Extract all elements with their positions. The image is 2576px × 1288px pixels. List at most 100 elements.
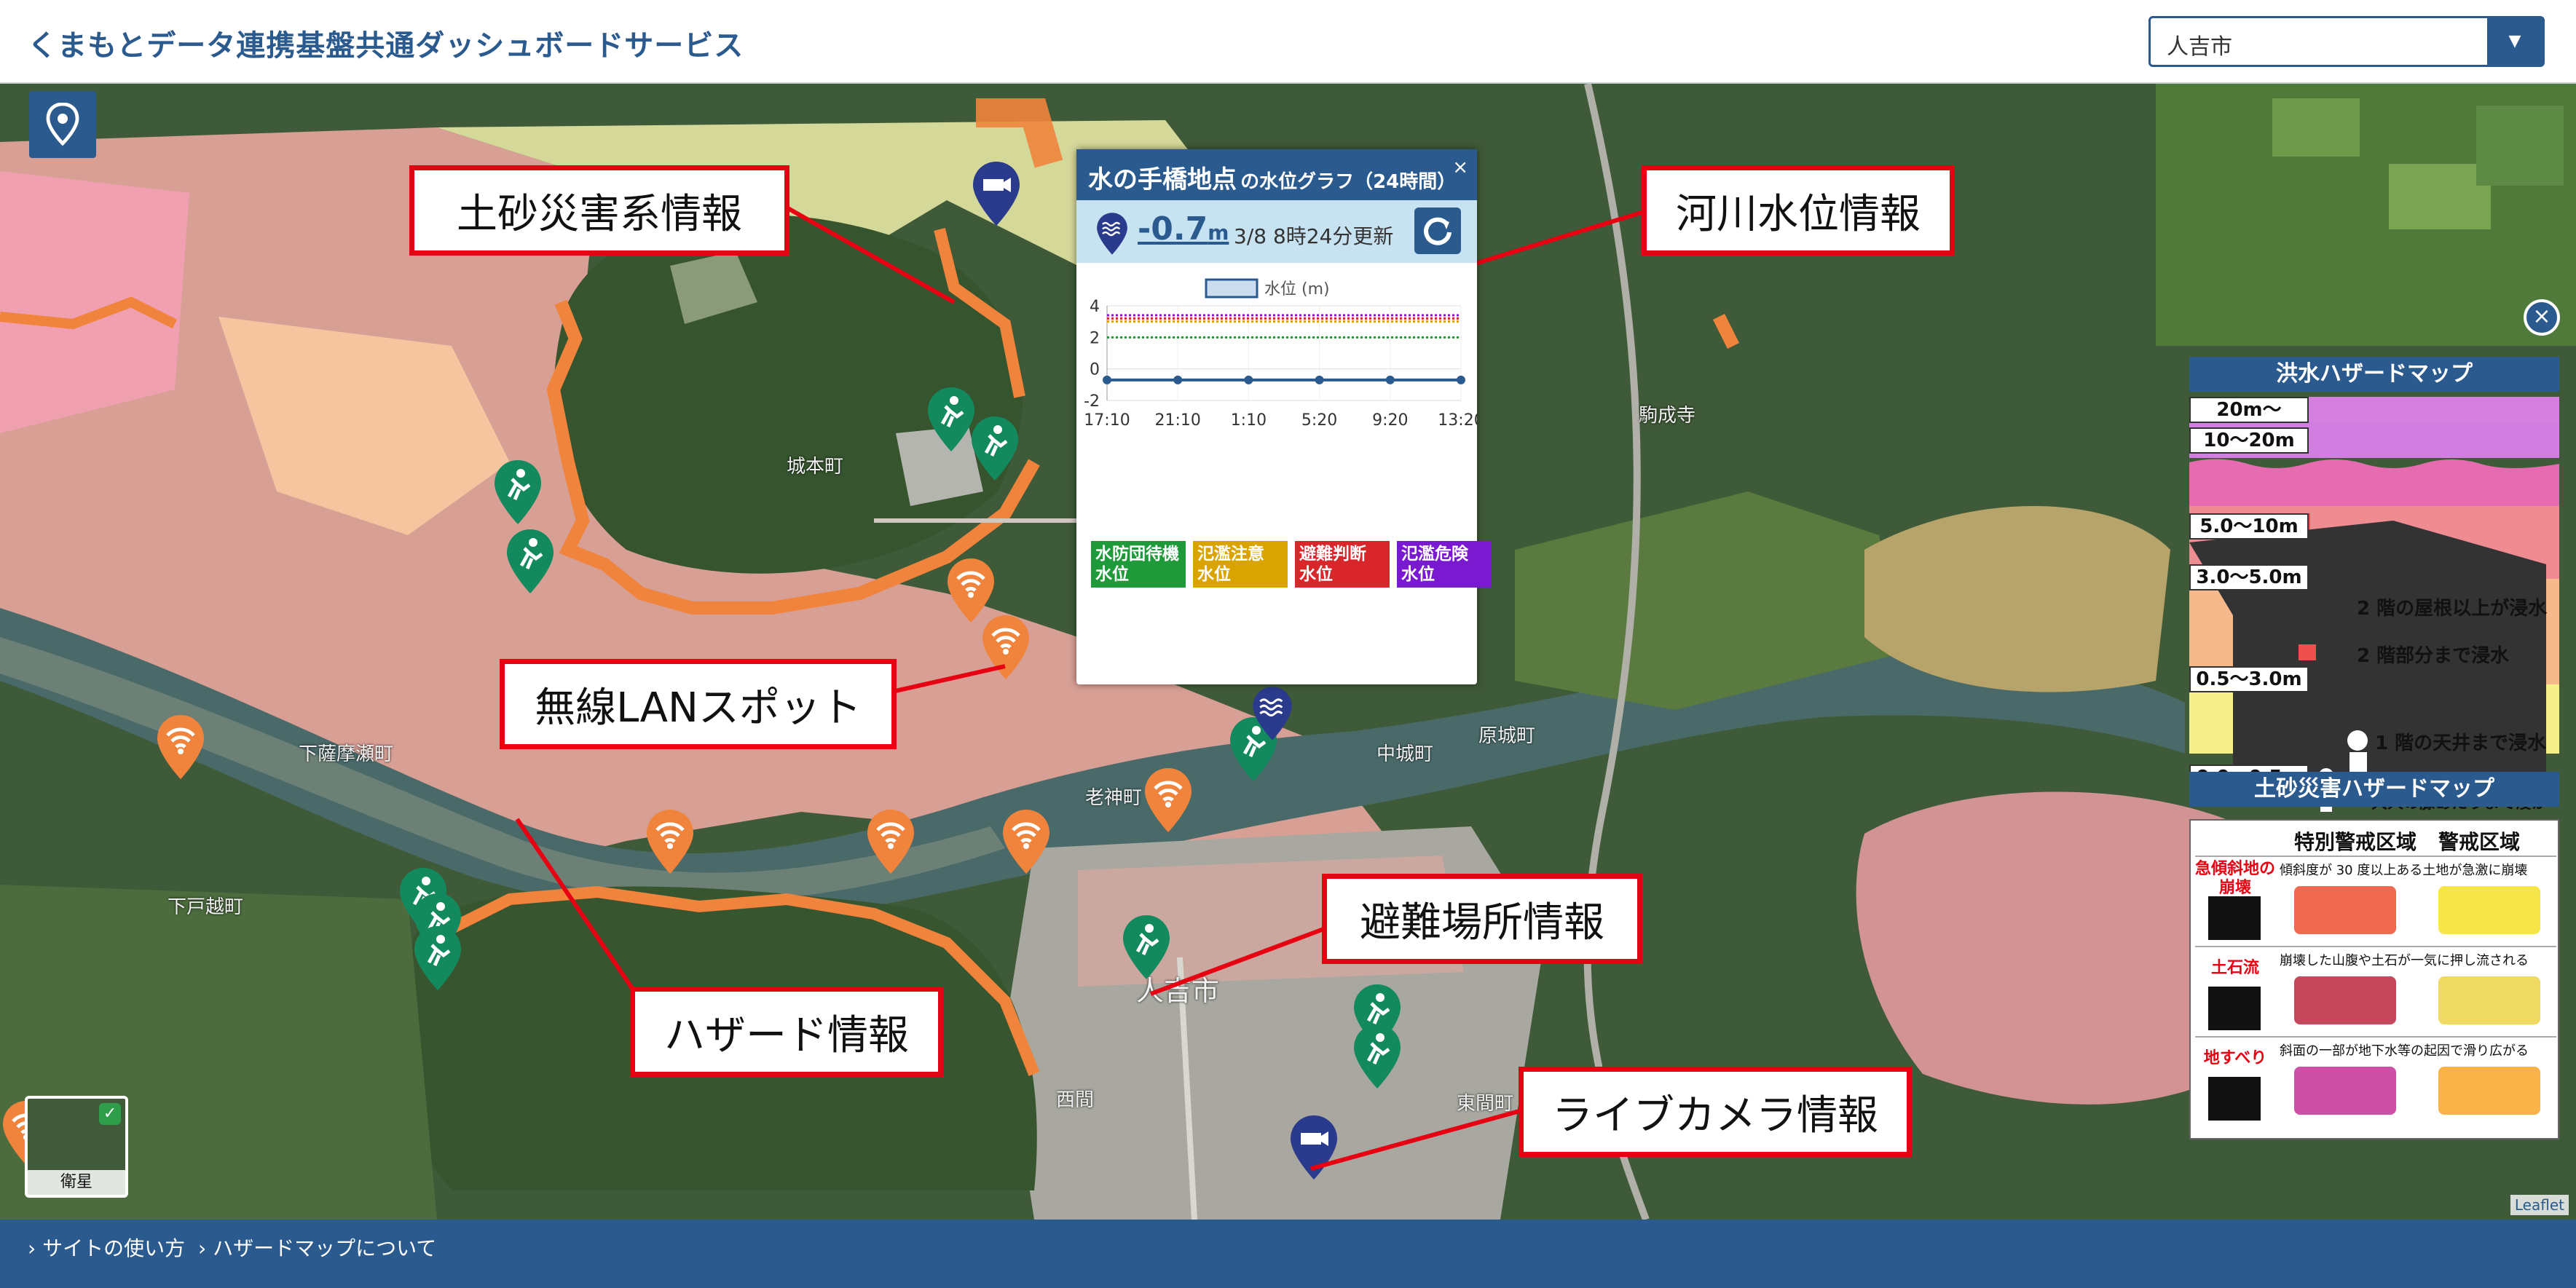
running-person-icon bbox=[972, 416, 1018, 481]
x-tick-label: 1:10 bbox=[1231, 411, 1267, 430]
map-label: 中城町 bbox=[1376, 743, 1434, 765]
wifi-spot-pin[interactable] bbox=[1000, 808, 1052, 875]
footer: › サイトの使い方 › ハザードマップについて bbox=[0, 1220, 2576, 1288]
special-zone-swatch bbox=[2294, 886, 2396, 934]
shelter-pin[interactable] bbox=[504, 528, 556, 595]
map-pin-icon bbox=[46, 103, 79, 146]
wifi-spot-pin[interactable] bbox=[864, 808, 917, 875]
refresh-button[interactable] bbox=[1414, 208, 1461, 254]
app-title: くまもとデータ連携基盤共通ダッシュボードサービス bbox=[28, 29, 744, 63]
landslide-row: 地すべり 斜面の一部が地下水等の起因で滑り広がる bbox=[2195, 1036, 2556, 1123]
callout-wifi-spot: 無線LANスポット bbox=[500, 659, 897, 749]
popup-subtitle: の水位グラフ（24時間） bbox=[1240, 171, 1457, 193]
map-label: 下薩摩瀬町 bbox=[299, 743, 394, 765]
water-level-point bbox=[1173, 375, 1183, 384]
flood-note: 2 階の屋根以上が浸水 bbox=[2357, 598, 2548, 620]
debris-flow-icon bbox=[2208, 987, 2261, 1030]
flood-depth-label: 20m〜 bbox=[2189, 397, 2309, 423]
city-select-value: 人吉市 bbox=[2167, 34, 2232, 60]
chart-legend-label: 水位 (m) bbox=[1264, 280, 1330, 299]
landslide-icon bbox=[2208, 1077, 2261, 1121]
wifi-icon bbox=[982, 615, 1029, 679]
footer-link-usage[interactable]: › サイトの使い方 bbox=[28, 1233, 185, 1262]
wifi-icon bbox=[1003, 810, 1049, 874]
wave-icon bbox=[1097, 213, 1127, 255]
popup-header: 水の手橋地点 の水位グラフ（24時間） bbox=[1076, 149, 1477, 200]
chart-legend-swatch bbox=[1205, 278, 1259, 299]
callout-shelter-info: 避難場所情報 bbox=[1322, 874, 1642, 964]
map-label: 駒成寺 bbox=[1639, 405, 1696, 427]
column-warning: 警戒区域 bbox=[2438, 830, 2521, 854]
city-select[interactable]: 人吉市 ▼ bbox=[2148, 16, 2545, 67]
wifi-spot-pin[interactable] bbox=[980, 614, 1032, 681]
x-tick-label: 5:20 bbox=[1301, 411, 1337, 430]
landslide-hazard-legend: 特別警戒区域 警戒区域 急傾斜地の崩壊 傾斜度が 30 度以上ある土地が急激に崩… bbox=[2189, 819, 2559, 1139]
steep-slope-icon bbox=[2208, 896, 2261, 940]
shelter-pin[interactable] bbox=[411, 925, 464, 992]
map-label: 東間町 bbox=[1457, 1093, 1514, 1115]
water-level-pin[interactable] bbox=[1250, 684, 1294, 743]
map-view[interactable]: 城本町 下薩摩瀬町 中城町 原城町 人吉市 駒成寺 下戸越町 西間 東間町 老神… bbox=[0, 84, 2576, 1220]
warning-zone-swatch bbox=[2438, 976, 2540, 1024]
popup-close-button[interactable]: × bbox=[1452, 157, 1468, 178]
popup-level-bar: -0.7m 3/8 8時24分更新 bbox=[1076, 200, 1477, 263]
y-tick-label: 4 bbox=[1090, 298, 1100, 316]
callout-hazard-info: ハザード情報 bbox=[630, 987, 943, 1077]
threshold-legend: 水防団待機 水位 氾濫注意 水位 避難判断 水位 氾濫危険 水位 bbox=[1091, 541, 1492, 588]
x-tick-label: 9:20 bbox=[1372, 411, 1408, 430]
special-zone-swatch bbox=[2294, 976, 2396, 1024]
water-level-point bbox=[1385, 375, 1395, 384]
special-zone-swatch bbox=[2294, 1067, 2396, 1115]
threshold-caution: 氾濫注意 水位 bbox=[1193, 541, 1288, 588]
callout-river-level-info: 河川水位情報 bbox=[1642, 165, 1955, 256]
app-header: くまもとデータ連携基盤共通ダッシュボードサービス 人吉市 ▼ bbox=[0, 0, 2576, 84]
wifi-spot-pin[interactable] bbox=[644, 808, 696, 875]
wifi-icon bbox=[1145, 768, 1192, 832]
shelter-pin[interactable] bbox=[969, 415, 1021, 482]
shelter-pin[interactable] bbox=[1120, 914, 1173, 981]
flood-hazard-legend: 20m〜 10〜20m 3.0〜5.0m 5.0〜10m 0.5〜3.0m 0.… bbox=[2189, 397, 2559, 836]
map-attribution[interactable]: Leaflet bbox=[2510, 1195, 2569, 1215]
flood-note: 2 階部分まで浸水 bbox=[2357, 645, 2510, 667]
chevron-down-icon[interactable]: ▼ bbox=[2487, 18, 2542, 65]
live-camera-pin[interactable] bbox=[970, 160, 1023, 227]
running-person-icon bbox=[507, 529, 554, 593]
warning-zone-swatch bbox=[2438, 1067, 2540, 1115]
live-camera-pin[interactable] bbox=[1288, 1114, 1340, 1181]
current-water-level[interactable]: -0.7m bbox=[1138, 210, 1229, 248]
footer-link-hazard-map[interactable]: › ハザードマップについて bbox=[198, 1233, 436, 1262]
water-level-point bbox=[1244, 375, 1253, 384]
refresh-icon bbox=[1424, 217, 1452, 245]
flood-depth-label: 0.5〜3.0m bbox=[2189, 666, 2309, 692]
water-level-point bbox=[1315, 375, 1324, 384]
running-person-icon bbox=[1123, 915, 1170, 979]
warning-zone-swatch bbox=[2438, 886, 2540, 934]
popup-station-name: 水の手橋地点 bbox=[1088, 165, 1237, 194]
shelter-pin[interactable] bbox=[492, 459, 544, 526]
locate-button[interactable] bbox=[29, 91, 96, 158]
hazard-legend-close-button[interactable]: × bbox=[2524, 299, 2560, 336]
landslide-row: 土石流 崩壊した山腹や土石が一気に押し流される bbox=[2195, 946, 2556, 1033]
landslide-hazard-title: 土砂災害ハザードマップ bbox=[2189, 772, 2559, 807]
threshold-standby: 水防団待機 水位 bbox=[1091, 541, 1186, 588]
map-label: 城本町 bbox=[787, 456, 844, 478]
water-level-popup: 水の手橋地点 の水位グラフ（24時間） × -0.7m 3/8 8時24分更新 … bbox=[1076, 149, 1492, 684]
y-tick-label: 2 bbox=[1090, 329, 1100, 347]
y-tick-label: -2 bbox=[1084, 392, 1100, 411]
shelter-pin[interactable] bbox=[1351, 1023, 1403, 1090]
running-person-icon bbox=[495, 460, 541, 524]
basemap-toggle[interactable]: ✓ 衛星 bbox=[25, 1096, 128, 1198]
flood-note: 1 階の天井まで浸水 bbox=[2375, 732, 2547, 754]
basemap-label: 衛星 bbox=[28, 1170, 125, 1195]
updated-time: 3/8 8時24分更新 bbox=[1234, 224, 1394, 248]
wifi-icon bbox=[867, 810, 914, 874]
camera-icon bbox=[1291, 1115, 1337, 1180]
wifi-icon bbox=[157, 715, 204, 779]
wifi-spot-pin[interactable] bbox=[154, 714, 207, 781]
wifi-spot-pin[interactable] bbox=[1142, 767, 1194, 834]
running-person-icon bbox=[1354, 1024, 1401, 1089]
water-level-point bbox=[1103, 375, 1111, 384]
callout-live-camera-info: ライブカメラ情報 bbox=[1519, 1067, 1912, 1157]
water-level-point bbox=[1457, 375, 1465, 384]
callout-sediment-info: 土砂災害系情報 bbox=[409, 165, 789, 256]
